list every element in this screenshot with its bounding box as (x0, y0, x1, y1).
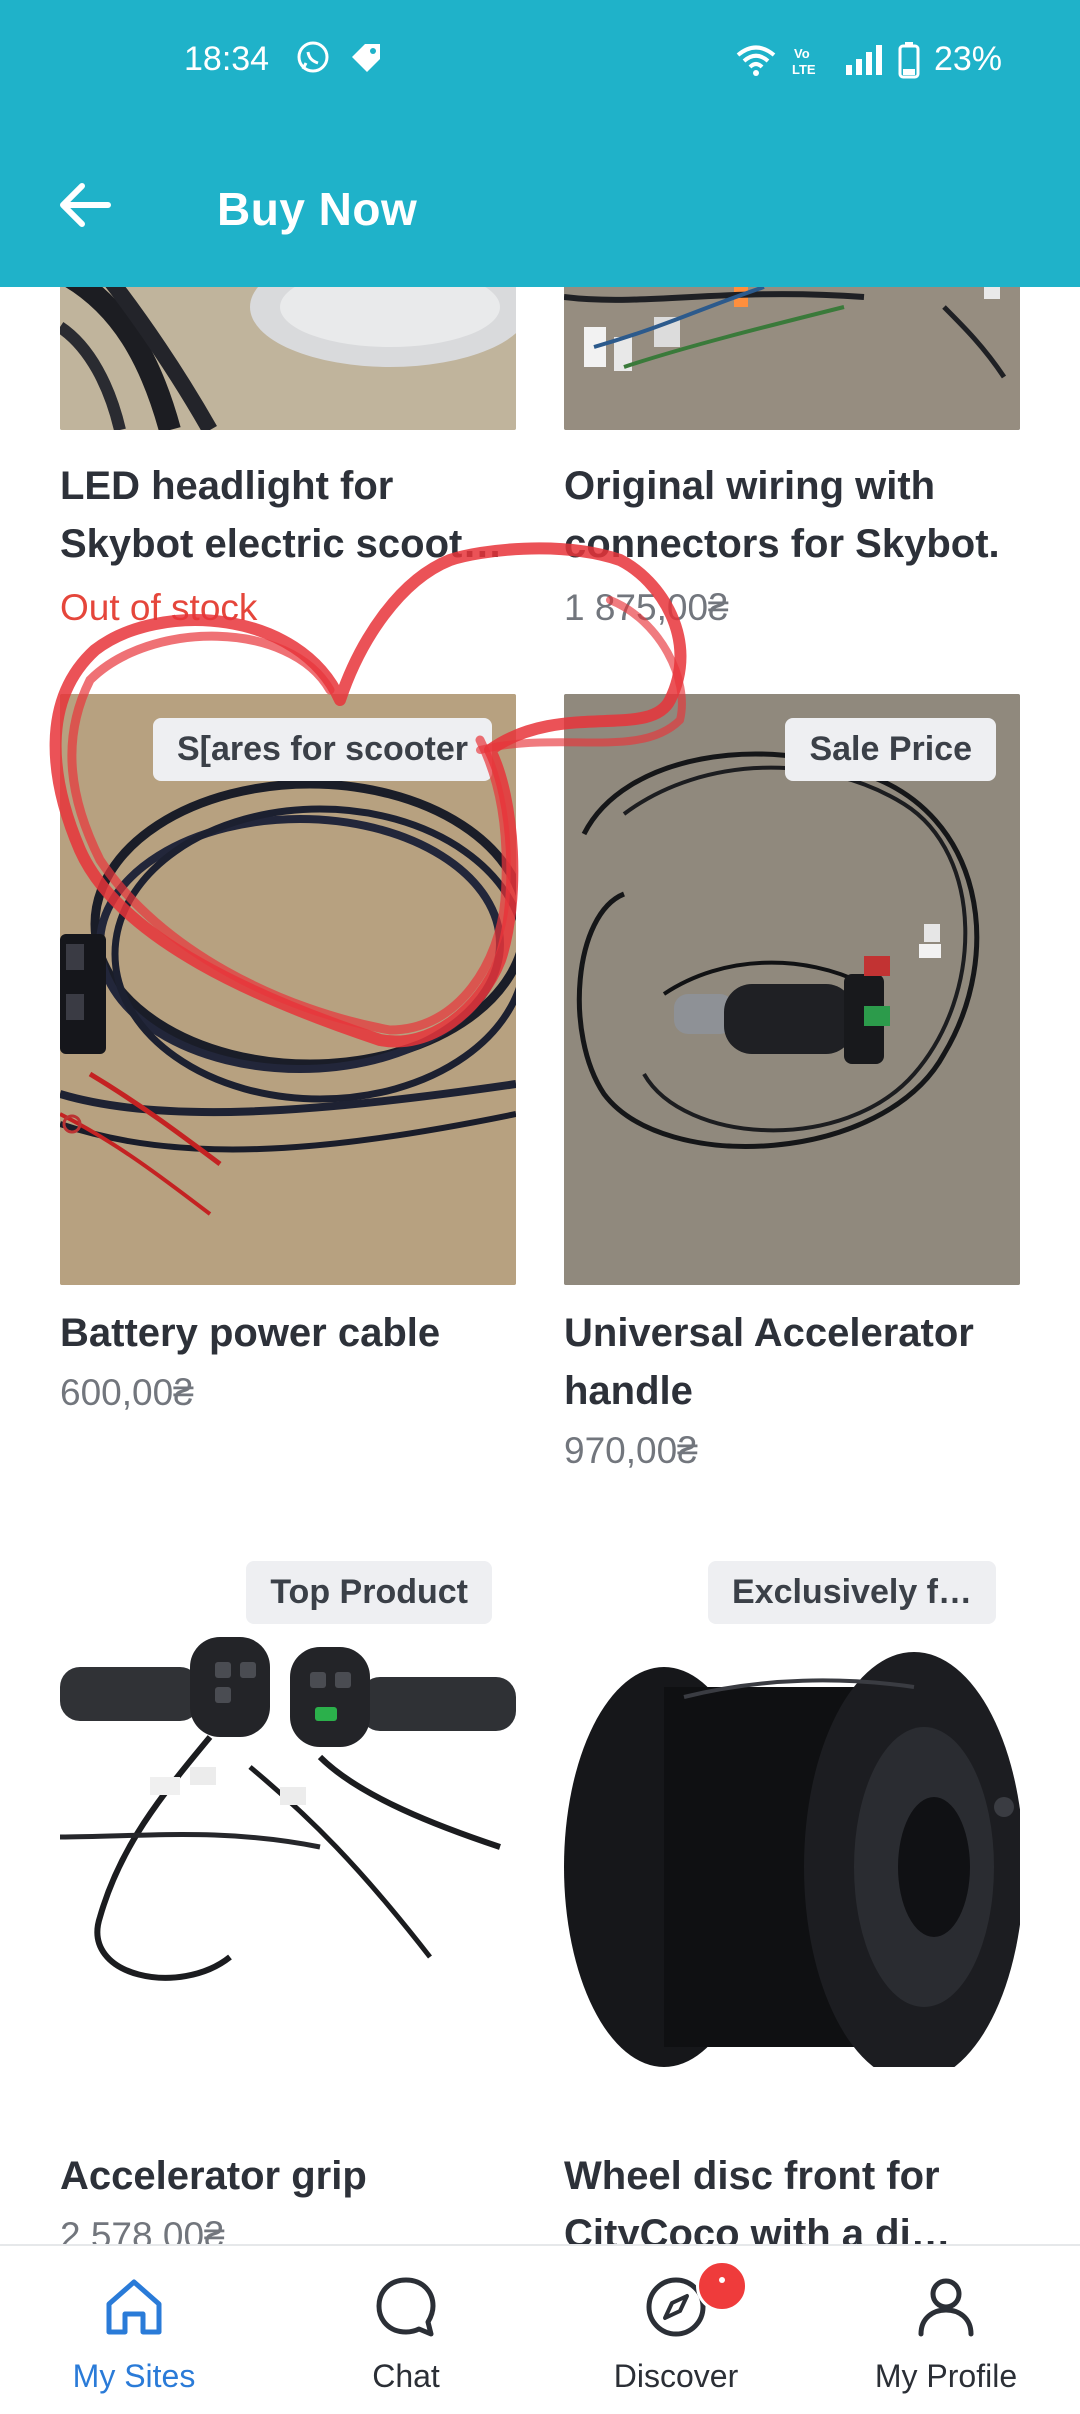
status-system-icons: Vo LTE 23% (734, 40, 1002, 79)
product-badge: Sale Price (785, 718, 996, 781)
product-name[interactable]: LED headlight for Skybot electric scoot… (60, 457, 530, 573)
product-image[interactable] (564, 267, 1020, 430)
arrow-left-icon[interactable] (52, 172, 118, 238)
nav-item-discover[interactable]: Discover (566, 2260, 786, 2395)
product-name[interactable]: Battery power cable (60, 1304, 530, 1362)
product-name[interactable]: Wheel disc front for CityCoco with a di… (564, 2147, 1034, 2244)
person-icon (836, 2272, 1056, 2342)
svg-text:Vo: Vo (794, 46, 810, 61)
nav-item-chat[interactable]: Chat (296, 2272, 516, 2395)
nav-label: My Profile (874, 2358, 1018, 2394)
product-grid: LED headlight for Skybot electric scoot…… (0, 0, 1080, 2244)
page-title: Buy Now (217, 183, 418, 235)
signal-icon (844, 43, 884, 77)
product-badge: S[ares for scooter (153, 718, 492, 781)
status-bar: 18:34 Vo LTE 23% (0, 0, 1080, 125)
product-name[interactable]: Accelerator grip (60, 2147, 530, 2205)
product-name[interactable]: Original wiring with connectors for Skyb… (564, 457, 1034, 573)
product-name[interactable]: Universal Accelerator handle (564, 1304, 1034, 1420)
chat-bubble-icon (296, 2272, 516, 2342)
compass-icon (566, 2260, 786, 2342)
home-icon (24, 2272, 244, 2342)
product-image[interactable] (60, 694, 516, 1285)
status-time: 18:34 (184, 40, 270, 78)
whatsapp-icon (296, 40, 330, 74)
app-bar: 18:34 Vo LTE 23% Buy Now (0, 0, 1080, 287)
product-price: 1 875,00₴ (564, 587, 729, 628)
battery-percent: 23% (933, 40, 1002, 78)
nav-item-my-profile[interactable]: My Profile (836, 2272, 1056, 2395)
product-badge: Top Product (246, 1561, 492, 1624)
tag-icon (348, 40, 384, 74)
wifi-icon (734, 43, 778, 77)
stock-status: Out of stock (60, 587, 258, 628)
battery-icon (898, 41, 920, 79)
svg-text:LTE: LTE (792, 62, 816, 77)
product-badge: Exclusively f… (707, 1561, 996, 1624)
nav-label: Chat (372, 2358, 440, 2394)
bottom-navigation: My Sites Chat Discover My Profile (0, 2244, 1080, 2414)
nav-item-my-sites[interactable]: My Sites (24, 2272, 244, 2395)
nav-label: Discover (613, 2358, 739, 2394)
product-image[interactable] (564, 694, 1020, 1285)
product-image[interactable] (60, 267, 516, 430)
volte-icon: Vo LTE (792, 43, 830, 77)
notification-dot (696, 2260, 748, 2312)
product-price: 2 578,00₴ (60, 2215, 225, 2244)
status-notification-icons (296, 40, 384, 74)
product-price: 600,00₴ (60, 1372, 194, 1413)
nav-label: My Sites (72, 2358, 196, 2394)
product-price: 970,00₴ (564, 1430, 698, 1471)
